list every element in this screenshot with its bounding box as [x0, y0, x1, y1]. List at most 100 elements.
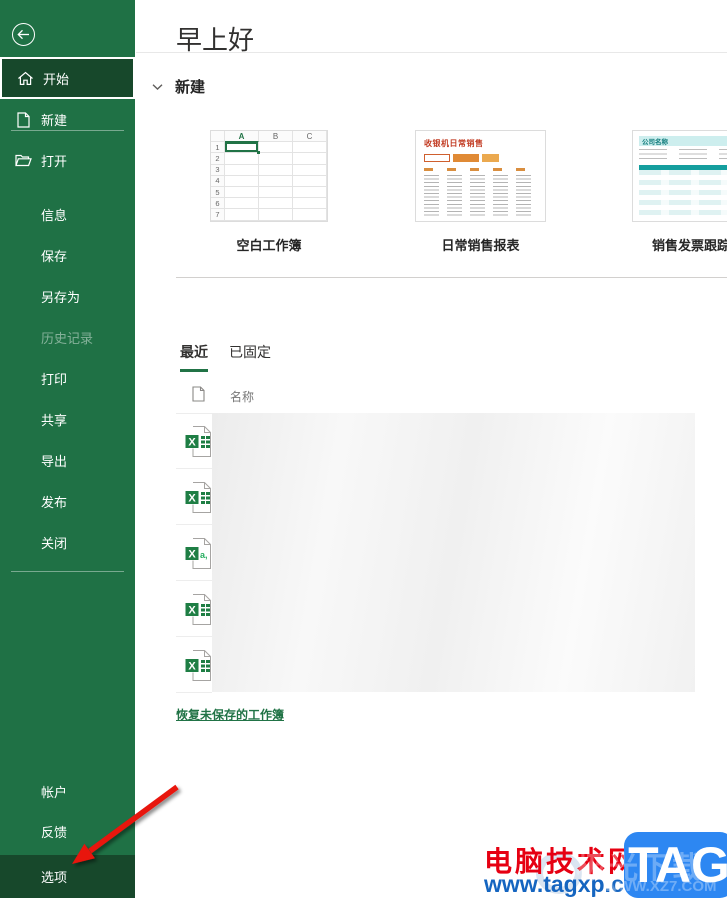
sidebar-item-export[interactable]: 导出 — [0, 440, 135, 481]
sidebar-item-info[interactable]: 信息 — [0, 194, 135, 235]
recover-unsaved-workbooks-link[interactable]: 恢复未保存的工作簿 — [176, 706, 284, 723]
grid-corner — [211, 131, 225, 143]
name-column-header: 名称 — [230, 390, 255, 404]
sidebar-item-feedback[interactable]: 反馈 — [0, 811, 135, 851]
sidebar-item-label: 历史记录 — [41, 331, 94, 346]
grid-cell — [225, 198, 259, 210]
template-preview-sales: 收银机日常销售 — [415, 130, 546, 222]
grid-cell — [259, 153, 293, 165]
sidebar-item-close[interactable]: 关闭 — [0, 522, 135, 563]
invoice-preview-title: 公司名称 — [642, 139, 668, 146]
back-button[interactable] — [12, 23, 35, 46]
grid-row-header: 2 — [211, 153, 225, 165]
sidebar-item-open[interactable]: 打开 — [0, 140, 135, 181]
sidebar-item-label: 打印 — [41, 372, 68, 387]
sidebar-item-account[interactable]: 帐户 — [0, 771, 135, 811]
grid-cell — [259, 175, 293, 187]
sidebar-item-label: 共享 — [41, 413, 68, 428]
tab-recent[interactable]: 最近 — [180, 342, 208, 372]
home-icon — [17, 71, 34, 86]
sidebar-divider — [11, 130, 124, 131]
grid-cell — [293, 175, 327, 187]
sales-preview-tab — [424, 154, 450, 162]
template-invoice-tracker[interactable]: 公司名称 销售发票跟踪表 — [632, 130, 727, 254]
invoice-preview-titlebar: 公司名称 — [639, 136, 727, 146]
sidebar-item-label: 反馈 — [41, 824, 68, 840]
grid-row-header: 1 — [211, 142, 225, 154]
grid-cell — [293, 198, 327, 210]
grid-cell — [259, 198, 293, 210]
grid-column-header: A — [225, 131, 259, 143]
excel-workbook-icon: X — [185, 425, 212, 458]
sidebar-item-history: 历史记录 — [0, 317, 135, 358]
sidebar-item-label: 选项 — [41, 870, 68, 885]
grid-row-header: 6 — [211, 198, 225, 210]
sales-preview-title: 收银机日常销售 — [424, 139, 484, 148]
sidebar-item-label: 发布 — [41, 495, 68, 510]
grid-cell — [225, 209, 259, 221]
sidebar-item-print[interactable]: 打印 — [0, 358, 135, 399]
mini-spreadsheet-grid: ABC 1234567 — [211, 131, 327, 221]
grid-cell — [293, 164, 327, 176]
grid-cell — [293, 142, 327, 154]
grid-row-header: 4 — [211, 175, 225, 187]
sidebar-item-label: 另存为 — [41, 290, 81, 305]
template-daily-sales-report[interactable]: 收银机日常销售 日常销售报表 — [415, 130, 546, 254]
sidebar-item-label: 帐户 — [41, 784, 68, 800]
back-arrow-icon — [17, 29, 30, 40]
grid-cell — [293, 186, 327, 199]
sidebar-item-new[interactable]: 新建 — [0, 99, 135, 140]
sidebar-item-label: 导出 — [41, 454, 68, 469]
svg-text:X: X — [188, 548, 196, 560]
template-name: 空白工作簿 — [236, 238, 302, 253]
grid-row-header: 3 — [211, 164, 225, 176]
sidebar-item-label: 新建 — [41, 113, 68, 128]
template-preview-spreadsheet: ABC 1234567 — [210, 130, 328, 222]
open-folder-icon — [15, 154, 32, 167]
watermark-logo-text: TAG — [628, 837, 727, 893]
sidebar-item-label: 保存 — [41, 249, 68, 264]
svg-text:X: X — [188, 492, 196, 504]
svg-text:X: X — [188, 436, 196, 448]
new-document-icon — [15, 111, 32, 128]
sidebar-item-save[interactable]: 保存 — [0, 235, 135, 276]
sidebar-item-label: 打开 — [41, 154, 68, 169]
sidebar-middle-items: 信息保存另存为历史记录打印共享导出发布关闭 — [0, 194, 135, 563]
watermark-logo-box: TAG — [624, 832, 727, 898]
grid-row-header: 5 — [211, 186, 225, 199]
excel-workbook-icon: X — [185, 481, 212, 514]
new-section-header[interactable]: 新建 — [152, 76, 205, 97]
excel-csv-icon: Xa, — [185, 537, 212, 570]
sidebar-item-home[interactable]: 开始 — [0, 57, 135, 99]
tab-pinned[interactable]: 已固定 — [229, 342, 271, 372]
grid-cell — [259, 186, 293, 199]
recent-tabs: 最近 已固定 — [180, 342, 271, 372]
document-icon — [192, 386, 205, 402]
invoice-preview-data-rows — [639, 170, 727, 220]
sidebar-item-options[interactable]: 选项 — [0, 855, 135, 898]
sidebar-item-save-as[interactable]: 另存为 — [0, 276, 135, 317]
svg-text:X: X — [188, 660, 196, 672]
chevron-down-icon — [152, 83, 163, 90]
excel-workbook-icon: X — [185, 593, 212, 626]
grid-cell — [225, 164, 259, 176]
header-divider — [136, 52, 727, 53]
template-blank-workbook[interactable]: ABC 1234567 空白工作簿 — [210, 130, 328, 254]
sidebar-item-publish[interactable]: 发布 — [0, 481, 135, 522]
blurred-filenames-overlay — [212, 413, 695, 692]
template-name: 日常销售报表 — [441, 238, 520, 253]
grid-column-header: B — [259, 131, 293, 143]
file-list-header: 名称 — [192, 386, 254, 405]
grid-cell — [259, 142, 293, 154]
sidebar-item-share[interactable]: 共享 — [0, 399, 135, 440]
grid-column-header: C — [293, 131, 327, 143]
sidebar-divider — [11, 571, 124, 572]
template-name: 销售发票跟踪表 — [651, 238, 727, 253]
sidebar-top-items: 开始新建打开 — [0, 57, 135, 181]
sales-preview-header-row — [424, 168, 537, 171]
new-section-label: 新建 — [175, 79, 206, 96]
excel-backstage-window: 开始 新建 打开 信息 保存 另存为 历史记录 打印 共享 导出 发布 关闭 帐户 反馈 选项 早上好 … — [0, 0, 727, 898]
grid-cell — [225, 142, 260, 155]
excel-workbook-icon: X — [185, 649, 212, 682]
grid-cell — [225, 186, 259, 199]
